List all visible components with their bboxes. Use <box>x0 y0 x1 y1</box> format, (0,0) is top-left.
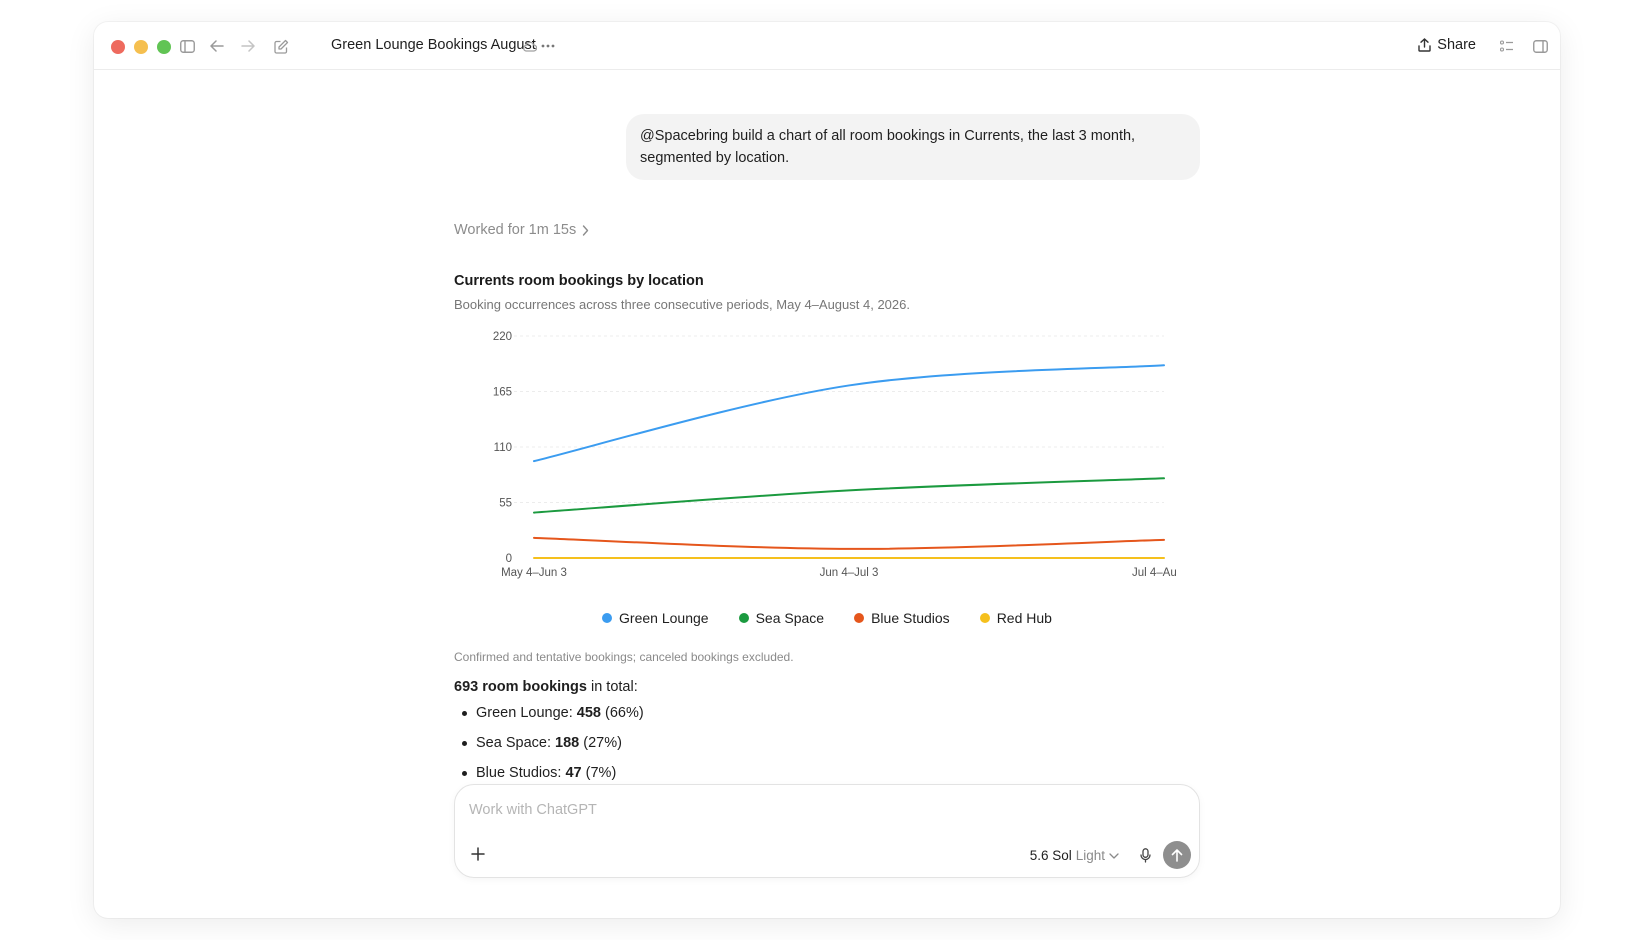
y-tick-label: 55 <box>499 498 512 510</box>
close-window-button[interactable] <box>111 40 125 54</box>
message-input[interactable] <box>467 797 1071 823</box>
chart-footnote: Confirmed and tentative bookings; cancel… <box>454 650 794 664</box>
user-message-bubble: @Spacebring build a chart of all room bo… <box>626 114 1200 180</box>
list-item: Sea Space: 188 (27%) <box>454 728 644 758</box>
legend-item: Green Lounge <box>602 610 709 626</box>
model-name: 5.6 Sol <box>1029 848 1072 863</box>
legend-item: Blue Studios <box>854 610 950 626</box>
worked-label: Worked for 1m 15s <box>454 222 577 238</box>
y-tick-label: 110 <box>494 442 512 454</box>
send-button[interactable] <box>1163 841 1191 869</box>
share-button[interactable]: Share <box>1418 37 1476 53</box>
checklist-icon[interactable] <box>1496 35 1518 57</box>
location-percent: (66%) <box>605 705 644 721</box>
zoom-window-button[interactable] <box>157 40 171 54</box>
location-name: Blue Studios: <box>476 765 562 781</box>
title-bar: Green Lounge Bookings August Share <box>94 22 1560 70</box>
legend-item: Sea Space <box>738 610 825 626</box>
chart-legend: Green Lounge Sea Space Blue Studios Red Hub <box>454 610 1200 626</box>
y-tick-label: 220 <box>493 331 512 343</box>
forward-arrow-icon[interactable] <box>237 35 259 57</box>
chart-subtitle: Booking occurrences across three consecu… <box>454 297 910 312</box>
add-attachment-icon[interactable] <box>467 843 489 865</box>
location-count: 188 <box>555 735 580 751</box>
message-composer: 5.6 Sol Light <box>454 784 1200 878</box>
legend-label: Blue Studios <box>871 610 950 626</box>
legend-label: Green Lounge <box>619 610 709 626</box>
worked-duration-toggle[interactable]: Worked for 1m 15s <box>454 222 589 238</box>
legend-label: Sea Space <box>755 610 825 626</box>
legend-swatch <box>738 613 749 623</box>
series-line-sea-space <box>533 477 1165 514</box>
legend-label: Red Hub <box>996 610 1052 626</box>
legend-swatch <box>979 613 990 623</box>
app-window: Green Lounge Bookings August Share @Spac… <box>94 22 1560 918</box>
location-count: 458 <box>576 705 601 721</box>
minimize-window-button[interactable] <box>134 40 148 54</box>
location-percent: (7%) <box>585 765 617 781</box>
share-label: Share <box>1437 37 1476 53</box>
location-name: Green Lounge: <box>476 705 573 721</box>
total-bookings: 693 room bookings in total: <box>454 679 638 695</box>
share-upload-icon <box>1418 38 1431 52</box>
location-percent: (27%) <box>583 735 622 751</box>
chart-title: Currents room bookings by location <box>454 273 704 289</box>
sidebar-toggle-icon[interactable] <box>176 35 198 57</box>
list-item: Green Lounge: 458 (66%) <box>454 698 644 728</box>
x-tick-label: Jul 4–Au <box>1132 567 1177 579</box>
legend-item: Red Hub <box>979 610 1052 626</box>
document-title[interactable]: Green Lounge Bookings August <box>331 37 536 53</box>
x-tick-label: May 4–Jun 3 <box>501 567 567 579</box>
model-effort: Light <box>1075 848 1105 863</box>
chevron-down-icon <box>1109 852 1119 859</box>
legend-swatch <box>602 613 613 623</box>
new-chat-edit-icon[interactable] <box>270 35 292 57</box>
legend-swatch <box>854 613 865 623</box>
location-count: 47 <box>565 765 582 781</box>
x-tick-label: Jun 4–Jul 3 <box>820 567 879 579</box>
more-options-icon[interactable] <box>537 35 559 57</box>
arrow-up-icon <box>1171 848 1183 862</box>
total-count: 693 room bookings <box>454 679 587 695</box>
right-panel-toggle-icon[interactable] <box>1529 35 1551 57</box>
total-suffix: in total: <box>586 679 638 695</box>
line-chart: 0 55 110 165 220 May 4–Jun 3 Jun 4–Jul 3 Jul 4–… <box>493 331 1177 579</box>
model-selector[interactable]: 5.6 Sol Light <box>1030 848 1119 863</box>
y-tick-label: 0 <box>506 553 512 565</box>
back-arrow-icon[interactable] <box>206 35 228 57</box>
conversation-area: @Spacebring build a chart of all room bo… <box>94 70 1560 918</box>
location-name: Sea Space: <box>476 735 551 751</box>
y-tick-label: 165 <box>493 387 512 399</box>
chevron-right-icon <box>583 224 589 236</box>
series-line-blue-studios <box>533 536 1165 550</box>
location-breakdown-list: Green Lounge: 458 (66%) Sea Space: 188 (… <box>454 698 644 788</box>
microphone-icon[interactable] <box>1135 845 1155 865</box>
